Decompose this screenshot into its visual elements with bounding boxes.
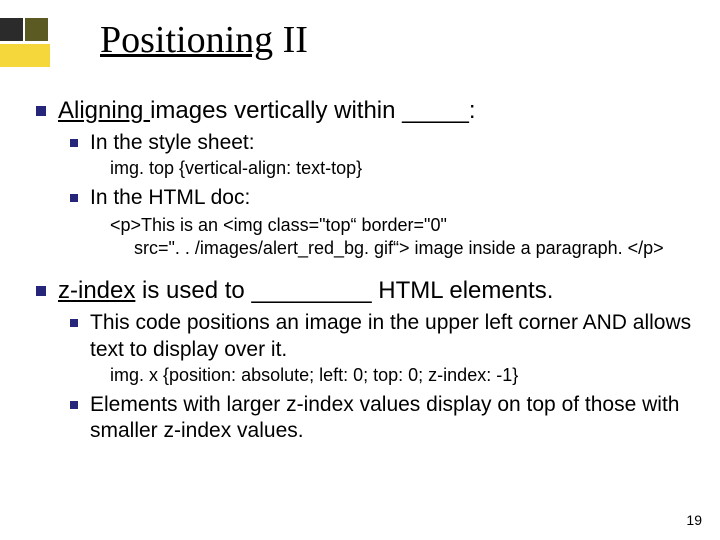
bullet2-sub2: Elements with larger z-index values disp… [90, 392, 712, 445]
decorative-corner [0, 18, 56, 68]
bullet-level1: Aligning images vertically within _____: [36, 96, 712, 126]
slide: Positioning II Aligning images verticall… [0, 0, 720, 540]
bullet-level2: Elements with larger z-index values disp… [70, 392, 712, 445]
bullet1-rest: images vertically within _____: [150, 97, 476, 124]
bullet2-text: z-index is used to _________ HTML elemen… [58, 276, 553, 306]
bullet-level2: In the HTML doc: [70, 185, 712, 211]
code-snippet: img. x {position: absolute; left: 0; top… [110, 365, 712, 386]
deco-bar [0, 44, 50, 67]
square-bullet-icon [70, 194, 78, 202]
bullet-level2: This code positions an image in the uppe… [70, 310, 712, 363]
square-bullet-icon [36, 286, 46, 296]
title-underlined: Positioning [100, 19, 273, 61]
square-bullet-icon [70, 401, 78, 409]
deco-square [25, 18, 48, 41]
slide-title: Positioning II [100, 18, 308, 62]
square-bullet-icon [70, 319, 78, 327]
page-number: 19 [686, 512, 702, 528]
bullet1-sub2: In the HTML doc: [90, 185, 250, 211]
code-line: src=". . /images/alert_red_bg. gif“> ima… [110, 237, 704, 260]
square-bullet-icon [36, 106, 46, 116]
title-rest: II [273, 19, 308, 61]
bullet2-rest: is used to _________ HTML elements. [135, 277, 553, 304]
bullet-level2: In the style sheet: [70, 130, 712, 156]
slide-body: Aligning images vertically within _____:… [36, 96, 712, 446]
bullet2-sub1: This code positions an image in the uppe… [90, 310, 712, 363]
deco-square [0, 18, 23, 41]
bullet1-text: Aligning images vertically within _____: [58, 96, 476, 126]
bullet1-sub1: In the style sheet: [90, 130, 255, 156]
code-line: <p>This is an <img class="top“ border="0… [110, 215, 447, 235]
code-snippet: img. top {vertical-align: text-top} [110, 158, 712, 179]
code-snippet: <p>This is an <img class="top“ border="0… [110, 214, 712, 261]
square-bullet-icon [70, 139, 78, 147]
bullet2-underlined: z-index [58, 277, 135, 304]
bullet1-underlined: Aligning [58, 97, 150, 124]
bullet-level1: z-index is used to _________ HTML elemen… [36, 276, 712, 306]
